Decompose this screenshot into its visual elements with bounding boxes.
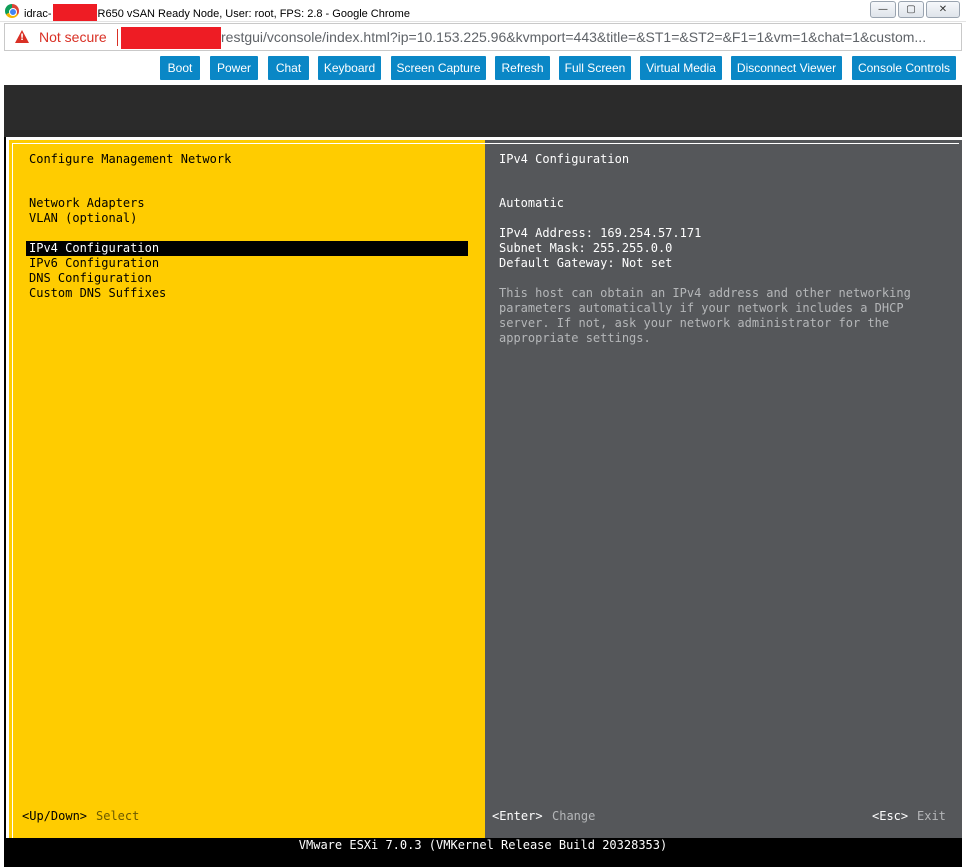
- url-text[interactable]: restgui/vconsole/index.html?ip=10.153.22…: [221, 29, 926, 45]
- esxi-version-status: VMware ESXi 7.0.3 (VMKernel Release Buil…: [4, 838, 962, 853]
- ipv4-address: IPv4 Address: 169.254.57.171: [499, 226, 702, 240]
- default-gateway: Default Gateway: Not set: [499, 256, 673, 270]
- right-panel-title: IPv4 Configuration: [499, 152, 630, 166]
- virtual-media-button[interactable]: Virtual Media: [640, 56, 722, 80]
- description-line-2: parameters automatically if your network…: [499, 301, 904, 315]
- footer-esc-action: Exit: [917, 809, 946, 823]
- chat-button[interactable]: Chat: [268, 56, 309, 80]
- full-screen-button[interactable]: Full Screen: [559, 56, 631, 80]
- power-button[interactable]: Power: [210, 56, 258, 80]
- address-bar[interactable]: ! Not secure restgui/vconsole/index.html…: [4, 23, 962, 51]
- menu-item-network-adapters[interactable]: Network Adapters: [29, 196, 145, 211]
- title-suffix: R650 vSAN Ready Node, User: root, FPS: 2…: [97, 8, 410, 20]
- url-redaction-block: [121, 27, 221, 49]
- window-controls: — ▢ ✕: [870, 1, 960, 18]
- menu-item-dns-configuration[interactable]: DNS Configuration: [29, 271, 152, 286]
- footer-updown-key: <Up/Down>: [22, 809, 88, 823]
- keyboard-button[interactable]: Keyboard: [318, 56, 381, 80]
- warning-icon[interactable]: !: [15, 30, 29, 43]
- subnet-mask: Subnet Mask: 255.255.0.0: [499, 241, 673, 255]
- boot-button[interactable]: Boot: [160, 56, 200, 80]
- screen-capture-button[interactable]: Screen Capture: [391, 56, 486, 80]
- description-line-1: This host can obtain an IPv4 address and…: [499, 286, 911, 300]
- close-button[interactable]: ✕: [926, 1, 960, 18]
- window-title: idrac- R650 vSAN Ready Node, User: root, …: [24, 4, 410, 21]
- footer-enter-key: <Enter>: [492, 809, 543, 823]
- footer-esc-key: <Esc>: [872, 809, 909, 823]
- refresh-button[interactable]: Refresh: [495, 56, 550, 80]
- footer-updown-action: Select: [96, 809, 140, 823]
- description-line-4: appropriate settings.: [499, 331, 651, 345]
- left-panel-title: Configure Management Network: [29, 152, 232, 166]
- redaction-block: [52, 4, 97, 21]
- chrome-icon: [5, 4, 19, 18]
- kvm-toolbar: Boot Power Chat Keyboard Screen Capture …: [0, 52, 966, 85]
- menu-item-ipv4-configuration[interactable]: IPv4 Configuration: [29, 241, 159, 256]
- console-controls-button[interactable]: Console Controls: [852, 56, 956, 80]
- address-divider: [117, 29, 118, 46]
- title-prefix: idrac-: [24, 8, 52, 20]
- footer-enter-action: Change: [552, 809, 596, 823]
- console-top-area: [4, 85, 962, 137]
- menu-item-vlan[interactable]: VLAN (optional): [29, 211, 137, 226]
- disconnect-viewer-button[interactable]: Disconnect Viewer: [731, 56, 842, 80]
- minimize-button[interactable]: —: [870, 1, 896, 18]
- kvm-console[interactable]: Configure Management Network Network Ada…: [4, 85, 962, 867]
- description-line-3: server. If not, ask your network adminis…: [499, 316, 890, 330]
- menu-item-custom-dns-suffixes[interactable]: Custom DNS Suffixes: [29, 286, 166, 301]
- security-status[interactable]: Not secure: [39, 29, 107, 45]
- window-title-bar: idrac- R650 vSAN Ready Node, User: root, …: [0, 0, 966, 22]
- ipv4-mode: Automatic: [499, 196, 565, 210]
- menu-item-ipv6-configuration[interactable]: IPv6 Configuration: [29, 256, 159, 271]
- maximize-button[interactable]: ▢: [898, 1, 924, 18]
